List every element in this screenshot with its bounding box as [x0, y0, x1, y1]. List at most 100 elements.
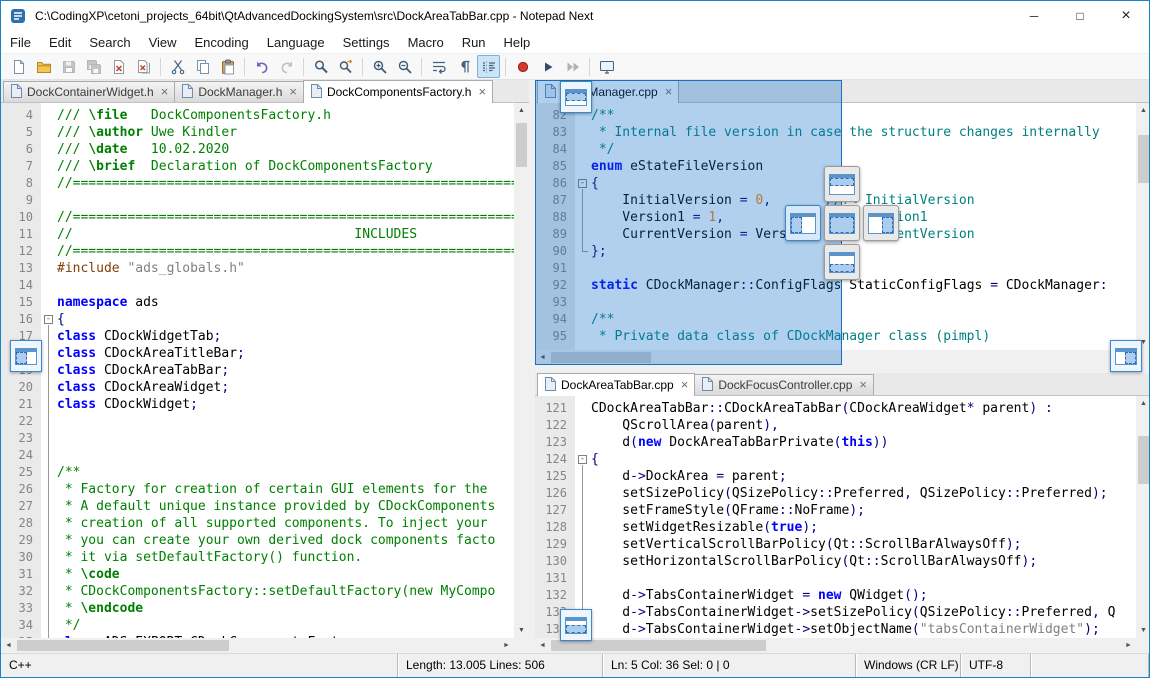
close-document-icon[interactable]: [107, 55, 130, 78]
scrollbar-thumb[interactable]: [516, 123, 527, 167]
scroll-up-icon[interactable]: ▲: [514, 103, 529, 118]
scroll-right-icon[interactable]: ►: [1121, 638, 1136, 653]
find-icon[interactable]: [309, 55, 332, 78]
container-edge-drop-top-indicator[interactable]: [560, 81, 592, 113]
code-line: [57, 430, 514, 447]
line-number-gutter[interactable]: 1211221231241251261271281291301311321331…: [535, 396, 575, 638]
scroll-down-icon[interactable]: ▼: [514, 623, 529, 638]
horizontal-splitter[interactable]: [535, 365, 1150, 373]
indent-guide-icon[interactable]: [477, 55, 500, 78]
scrollbar-thumb[interactable]: [1138, 135, 1149, 183]
toolbar-separator: [421, 58, 422, 76]
fold-margin[interactable]: -: [41, 103, 57, 638]
code-line: * it via setDefaultFactory() function.: [57, 549, 514, 566]
scrollbar-thumb[interactable]: [551, 640, 766, 651]
left-vertical-scrollbar[interactable]: ▲ ▼: [514, 103, 529, 638]
scrollbar-thumb[interactable]: [1138, 436, 1149, 484]
container-edge-drop-bottom-indicator[interactable]: [560, 609, 592, 641]
paste-icon[interactable]: [216, 55, 239, 78]
fold-collapse-icon[interactable]: -: [578, 455, 587, 464]
record-macro-icon[interactable]: [511, 55, 534, 78]
menu-item-language[interactable]: Language: [258, 31, 334, 54]
tab-dockcomponentsfactory-h[interactable]: DockComponentsFactory.h×: [303, 80, 493, 103]
dock-pictogram: [15, 348, 37, 365]
save-icon[interactable]: [57, 55, 80, 78]
minimize-button[interactable]: ─: [1011, 1, 1057, 31]
code-line: class CDockAreaTabBar;: [57, 362, 514, 379]
code-line: * \code: [57, 566, 514, 583]
bottom-right-editor[interactable]: 1211221231241251261271281291301311321331…: [535, 396, 1136, 638]
menu-item-file[interactable]: File: [1, 31, 40, 54]
save-all-icon[interactable]: [82, 55, 105, 78]
left-editor[interactable]: 4567891011121314151617181920212223242526…: [1, 103, 514, 638]
redo-icon[interactable]: [275, 55, 298, 78]
menu-item-settings[interactable]: Settings: [334, 31, 399, 54]
show-all-characters-icon[interactable]: [452, 55, 475, 78]
undo-icon[interactable]: [250, 55, 273, 78]
line-number: 13: [1, 260, 41, 277]
play-macro-icon[interactable]: [536, 55, 559, 78]
menu-item-help[interactable]: Help: [495, 31, 540, 54]
dock-drop-top-indicator[interactable]: [824, 166, 860, 202]
dock-drop-right-indicator[interactable]: [863, 205, 899, 241]
tab-close-icon[interactable]: ×: [681, 379, 689, 391]
word-wrap-icon[interactable]: [427, 55, 450, 78]
open-file-icon[interactable]: [32, 55, 55, 78]
zoom-out-icon[interactable]: [393, 55, 416, 78]
menu-item-run[interactable]: Run: [453, 31, 495, 54]
code-line: QScrollArea(parent),: [591, 417, 1136, 434]
bottom-right-horizontal-scrollbar[interactable]: ◄ ►: [535, 638, 1136, 653]
title-bar[interactable]: C:\CodingXP\cetoni_projects_64bit\QtAdva…: [1, 1, 1149, 31]
tab-dockmanager-h[interactable]: DockManager.h×: [174, 81, 304, 102]
dock-drop-bottom-indicator[interactable]: [824, 244, 860, 280]
tab-dockcontainerwidget-h[interactable]: DockContainerWidget.h ×: [3, 81, 175, 102]
dock-pictogram: [1115, 348, 1137, 365]
bottom-right-vertical-scrollbar[interactable]: ▲ ▼: [1136, 396, 1150, 638]
code-area[interactable]: /// \file DockComponentsFactory.h/// \au…: [57, 107, 514, 638]
run-macro-multiple-icon[interactable]: [561, 55, 584, 78]
menu-item-encoding[interactable]: Encoding: [186, 31, 258, 54]
code-area[interactable]: CDockAreaTabBar::CDockAreaTabBar(CDockAr…: [591, 400, 1136, 638]
scroll-up-icon[interactable]: ▲: [1136, 396, 1150, 411]
menu-item-macro[interactable]: Macro: [399, 31, 453, 54]
menu-item-search[interactable]: Search: [80, 31, 139, 54]
container-edge-drop-right-indicator[interactable]: [1110, 340, 1142, 372]
code-line: //======================================…: [57, 209, 514, 226]
tab-close-icon[interactable]: ×: [161, 86, 169, 98]
new-file-icon[interactable]: [7, 55, 30, 78]
menu-item-view[interactable]: View: [140, 31, 186, 54]
tab-dockareatabbar-cpp[interactable]: DockAreaTabBar.cpp×: [537, 373, 695, 396]
copy-icon[interactable]: [191, 55, 214, 78]
code-line: d->TabsContainerWidget = new QWidget();: [591, 587, 1136, 604]
zoom-in-icon[interactable]: [368, 55, 391, 78]
close-button[interactable]: ×: [1103, 1, 1149, 31]
container-edge-drop-left-indicator[interactable]: [10, 340, 42, 372]
close-all-documents-icon[interactable]: [132, 55, 155, 78]
monitor-icon[interactable]: [595, 55, 618, 78]
fold-collapse-icon[interactable]: -: [44, 315, 53, 324]
tab-close-icon[interactable]: ×: [289, 86, 297, 98]
tab-label: DockContainerWidget.h: [27, 85, 154, 99]
scroll-left-icon[interactable]: ◄: [535, 638, 550, 653]
dock-drop-center-indicator[interactable]: [824, 205, 860, 241]
code-line: [57, 277, 514, 294]
tab-dockfocuscontroller-cpp[interactable]: DockFocusController.cpp×: [694, 374, 874, 395]
tab-close-icon[interactable]: ×: [478, 86, 486, 98]
toolbar-separator: [244, 58, 245, 76]
top-right-vertical-scrollbar[interactable]: ▲ ▼: [1136, 103, 1150, 350]
cut-icon[interactable]: [166, 55, 189, 78]
dock-pictogram: [868, 213, 894, 234]
maximize-button[interactable]: □: [1057, 1, 1103, 31]
scroll-right-icon[interactable]: ►: [499, 638, 514, 653]
app-window: C:\CodingXP\cetoni_projects_64bit\QtAdva…: [0, 0, 1150, 678]
left-horizontal-scrollbar[interactable]: ◄ ►: [1, 638, 514, 653]
scrollbar-thumb[interactable]: [17, 640, 229, 651]
fold-margin[interactable]: -: [575, 396, 591, 638]
replace-icon[interactable]: [334, 55, 357, 78]
menu-item-edit[interactable]: Edit: [40, 31, 80, 54]
scroll-up-icon[interactable]: ▲: [1136, 103, 1150, 118]
tab-close-icon[interactable]: ×: [859, 379, 867, 391]
scroll-left-icon[interactable]: ◄: [1, 638, 16, 653]
dock-drop-left-indicator[interactable]: [785, 205, 821, 241]
scroll-down-icon[interactable]: ▼: [1136, 623, 1150, 638]
